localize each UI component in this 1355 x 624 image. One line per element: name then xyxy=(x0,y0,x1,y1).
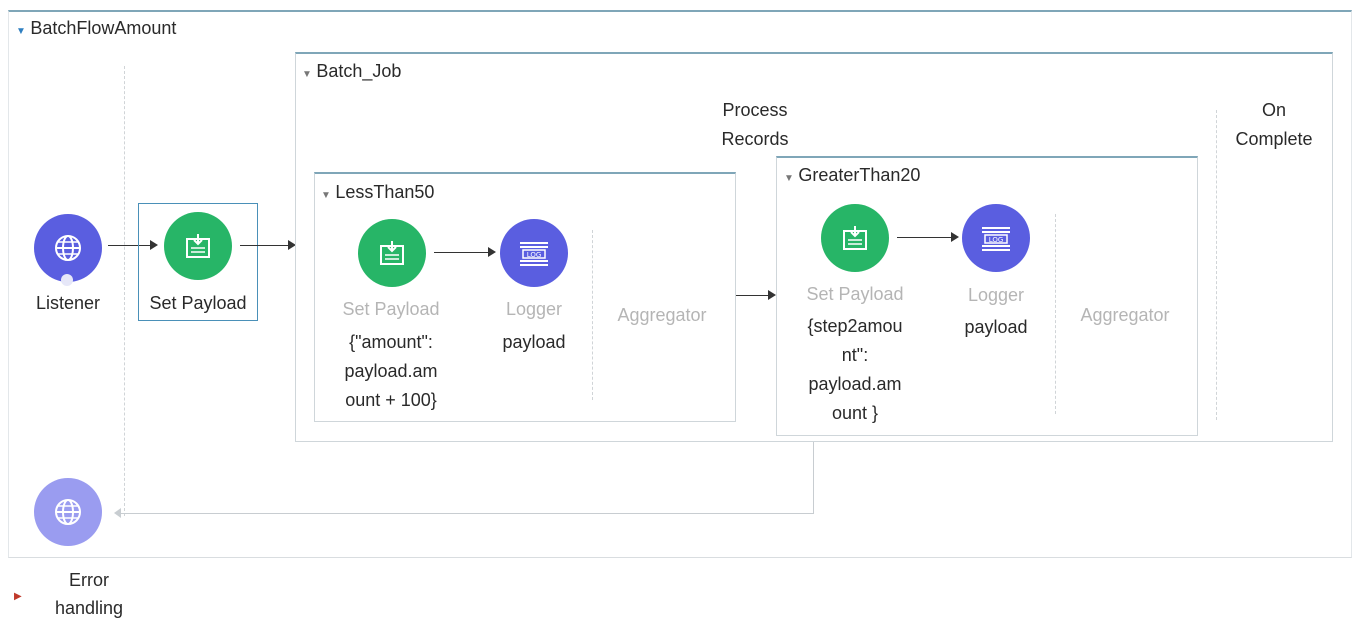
step1-set-payload-value: {"amount": payload.am ount + 100} xyxy=(326,328,456,415)
error-handling-line: Error xyxy=(69,570,109,590)
set-payload-icon xyxy=(843,226,867,250)
collapse-triangle-icon[interactable]: ▼ xyxy=(302,69,312,80)
step2-logger-value: payload xyxy=(964,317,1028,337)
set-payload-node[interactable] xyxy=(164,212,232,280)
globe-icon xyxy=(55,235,81,261)
step2-set-payload-node[interactable] xyxy=(821,204,889,272)
expand-triangle-icon[interactable]: ▶ xyxy=(14,591,22,602)
listener-label: Listener xyxy=(35,293,101,313)
arrow-icon xyxy=(114,508,121,518)
value-line: {"amount": xyxy=(349,332,433,352)
step1-aggregator-label[interactable]: Aggregator xyxy=(600,300,724,330)
step2-header[interactable]: ▼ GreaterThan20 xyxy=(784,165,920,186)
value-line: payload.am xyxy=(344,361,438,381)
listener-node[interactable] xyxy=(34,214,102,282)
step2-title: GreaterThan20 xyxy=(798,165,921,185)
set-payload-icon xyxy=(380,241,404,265)
connector xyxy=(434,252,490,253)
batch-job-header[interactable]: ▼ Batch_Job xyxy=(302,61,401,82)
on-complete-line: On xyxy=(1261,100,1286,120)
set-payload-icon xyxy=(186,234,210,258)
step1-set-payload-label: Set Payload xyxy=(342,299,440,319)
collapse-triangle-icon[interactable]: ▼ xyxy=(784,173,794,184)
error-handling-label[interactable]: Error handling xyxy=(40,566,138,622)
step2-logger-label: Logger xyxy=(967,285,1025,305)
value-line: ount } xyxy=(831,403,879,423)
arrow-icon xyxy=(488,247,496,257)
return-connector xyxy=(813,442,814,514)
source-divider xyxy=(124,66,125,516)
listener-response-node[interactable] xyxy=(34,478,102,546)
set-payload-label: Set Payload xyxy=(149,293,247,313)
return-connector xyxy=(120,513,814,514)
svg-text:LOG: LOG xyxy=(527,251,542,259)
step2-logger-node[interactable]: LOG xyxy=(962,204,1030,272)
connector xyxy=(897,237,953,238)
collapse-triangle-icon[interactable]: ▼ xyxy=(16,26,26,37)
step2-set-payload-label: Set Payload xyxy=(806,284,904,304)
step1-logger-value: payload xyxy=(502,332,566,352)
on-complete-divider xyxy=(1216,110,1217,420)
process-records-line: Process xyxy=(722,100,788,120)
aggregator-divider xyxy=(592,230,593,400)
flow-title: BatchFlowAmount xyxy=(30,18,177,38)
connector xyxy=(736,295,770,296)
value-line: payload.am xyxy=(808,374,902,394)
log-icon: LOG xyxy=(982,227,1010,251)
step1-title: LessThan50 xyxy=(335,182,435,202)
listener-source-badge xyxy=(61,274,73,286)
process-records-line: Records xyxy=(721,129,789,149)
collapse-triangle-icon[interactable]: ▼ xyxy=(321,190,331,201)
batch-job-title: Batch_Job xyxy=(316,61,402,81)
on-complete-line: Complete xyxy=(1235,129,1313,149)
step2-aggregator-label[interactable]: Aggregator xyxy=(1062,300,1188,330)
error-handling-toggle[interactable]: ▶ xyxy=(14,586,22,604)
globe-icon xyxy=(55,499,81,525)
flow-header[interactable]: ▼ BatchFlowAmount xyxy=(16,18,176,39)
value-line: ount + 100} xyxy=(345,390,437,410)
step1-set-payload-node[interactable] xyxy=(358,219,426,287)
step1-logger-node[interactable]: LOG xyxy=(500,219,568,287)
value-line: {step2amou xyxy=(807,316,903,336)
step2-set-payload-value: {step2amou nt": payload.am ount } xyxy=(790,312,920,428)
process-records-heading: Process Records xyxy=(700,96,810,154)
arrow-icon xyxy=(951,232,959,242)
arrow-icon xyxy=(768,290,776,300)
svg-text:LOG: LOG xyxy=(989,236,1004,244)
log-icon: LOG xyxy=(520,242,548,266)
aggregator-divider xyxy=(1055,214,1056,414)
on-complete-heading: On Complete xyxy=(1222,96,1326,154)
error-handling-line: handling xyxy=(54,598,124,618)
connector xyxy=(240,245,290,246)
step1-logger-label: Logger xyxy=(505,299,563,319)
step1-header[interactable]: ▼ LessThan50 xyxy=(321,182,434,203)
value-line: nt": xyxy=(841,345,869,365)
